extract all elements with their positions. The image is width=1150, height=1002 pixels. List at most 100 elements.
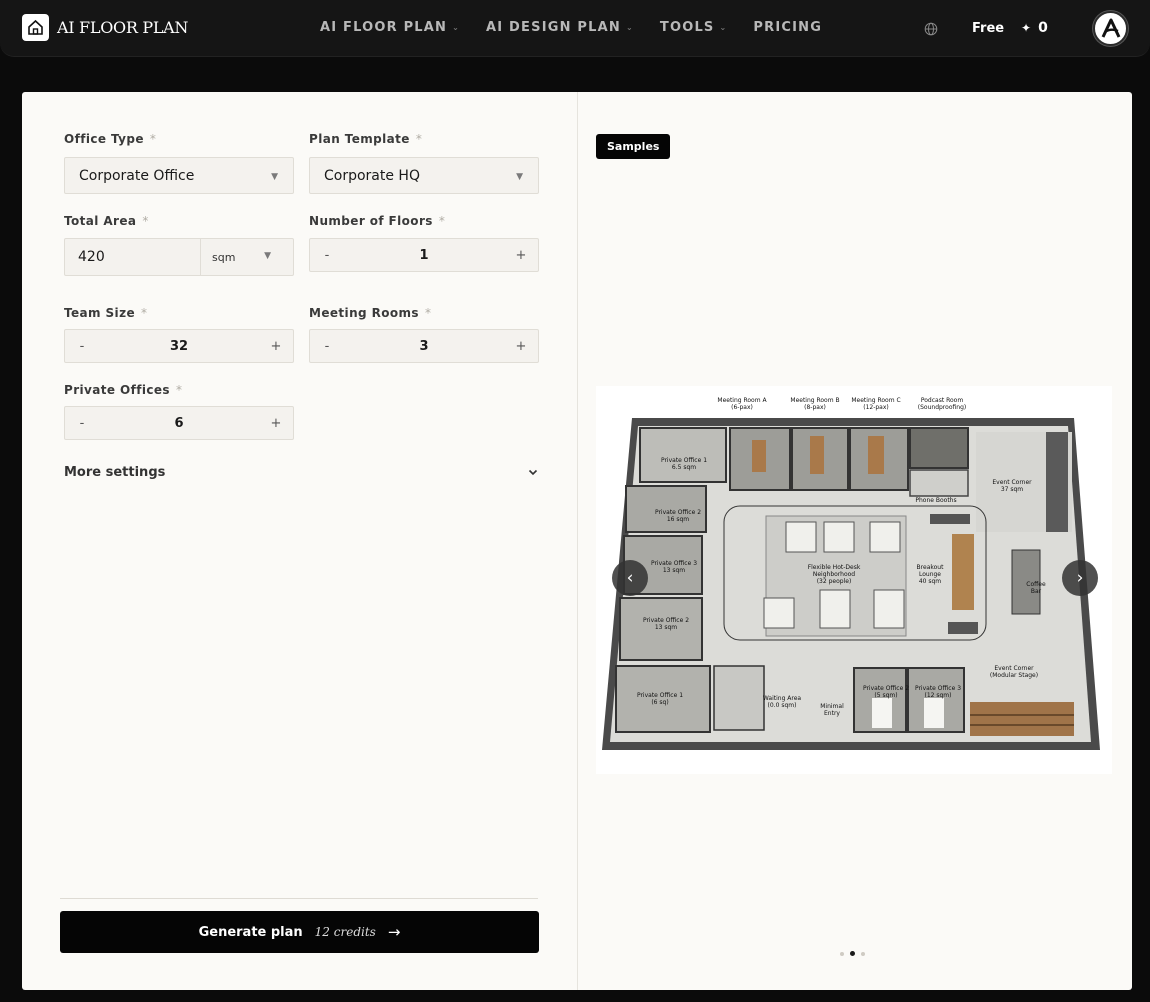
plan-label: Breakout [917, 564, 945, 571]
plan-label: (6 sq) [651, 699, 668, 706]
plan-label: 13 sqm [663, 567, 685, 574]
brand-logo[interactable]: AI FLOOR PLAN [22, 14, 188, 41]
floors-increment-button[interactable]: + [514, 248, 528, 263]
samples-badge: Samples [596, 134, 671, 159]
chevron-down-icon: ⌄ [452, 23, 461, 32]
sample-floor-plan-image: Meeting Room A (6-pax) Meeting Room B (8… [596, 386, 1112, 774]
meeting-rooms-label: Meeting Rooms * [309, 306, 432, 320]
caret-down-icon: ▼ [516, 172, 523, 182]
floors-decrement-button[interactable]: - [320, 248, 334, 263]
carousel-dot-active[interactable] [850, 951, 855, 956]
team-size-increment-button[interactable]: + [269, 339, 283, 354]
private-offices-value[interactable]: 6 [174, 416, 183, 431]
generate-plan-button[interactable]: Generate plan 12 credits → [60, 911, 539, 953]
nav-tools[interactable]: TOOLS ⌄ [660, 20, 728, 35]
avatar[interactable] [1093, 11, 1128, 46]
caret-down-icon: ▼ [271, 172, 278, 182]
plan-label: Private Office 3 [651, 560, 697, 567]
office-type-value: Corporate Office [79, 167, 195, 184]
meeting-rooms-increment-button[interactable]: + [514, 339, 528, 354]
arrow-right-icon: → [387, 923, 401, 941]
carousel-prev-button[interactable]: ‹ [612, 560, 648, 596]
office-type-select[interactable]: Corporate Office ▼ [64, 157, 294, 194]
floors-label: Number of Floors * [309, 214, 446, 228]
caret-down-icon: ▼ [264, 251, 271, 261]
plan-template-value: Corporate HQ [324, 167, 420, 184]
plan-label: (0.0 sqm) [768, 702, 797, 709]
plan-label: Private Office 1 [637, 692, 683, 699]
settings-panel: Office Type * Corporate Office ▼ Plan Tem… [22, 92, 578, 990]
plan-label: (Soundproofing) [918, 404, 966, 411]
plan-label: Waiting Area [763, 695, 802, 702]
more-settings-toggle[interactable]: More settings [64, 465, 538, 480]
plan-label: Lounge [919, 571, 941, 578]
total-area-input[interactable]: 420 [65, 239, 201, 275]
credit-balance[interactable]: ✦ 0 [1021, 20, 1048, 36]
total-area-field: 420 sqm ▼ [64, 238, 294, 276]
plan-label: 6.5 sqm [672, 464, 696, 471]
nav-label: AI DESIGN PLAN [486, 20, 621, 35]
nav-label: TOOLS [659, 20, 715, 35]
team-size-label: Team Size * [64, 306, 148, 320]
user-logo-icon [1101, 18, 1120, 38]
divider [60, 898, 538, 899]
main-menu: AI FLOOR PLAN ⌄ AI DESIGN PLAN ⌄ TOOLS ⌄ PR… [320, 20, 822, 35]
team-size-stepper: - 32 + [64, 329, 294, 363]
private-offices-label: Private Offices * [64, 383, 183, 397]
plan-label: Entry [824, 710, 840, 717]
carousel-dots [840, 951, 865, 956]
nav-label: PRICING [753, 20, 823, 35]
globe-icon[interactable] [924, 22, 938, 36]
meeting-rooms-stepper: - 3 + [309, 329, 539, 363]
plan-label: Phone Booths [915, 497, 956, 504]
generate-label: Generate plan [198, 924, 303, 940]
plan-label: Meeting Room A [717, 397, 767, 404]
nav-pricing[interactable]: PRICING [753, 20, 822, 35]
plan-label: (5 sqm) [874, 692, 897, 699]
plan-label: Private Office 1 [661, 457, 707, 464]
area-unit-value: sqm [212, 250, 236, 264]
meeting-rooms-value[interactable]: 3 [419, 339, 428, 354]
chevron-right-icon: › [1076, 568, 1084, 588]
plan-label: Private Office 2 [863, 685, 909, 692]
plan-label: Bar [1031, 588, 1042, 595]
meeting-rooms-decrement-button[interactable]: - [320, 339, 334, 354]
area-unit-select[interactable]: sqm ▼ [201, 239, 293, 275]
house-icon [22, 14, 49, 41]
carousel-dot[interactable] [840, 951, 844, 956]
more-settings-label: More settings [64, 465, 166, 480]
nav-ai-floor-plan[interactable]: AI FLOOR PLAN ⌄ [320, 20, 460, 35]
plan-label: Flexible Hot-Desk [808, 564, 861, 571]
carousel-dot[interactable] [861, 951, 865, 956]
generate-cost: 12 credits [314, 925, 376, 939]
plan-label: (Modular Stage) [990, 672, 1038, 679]
nav-ai-design-plan[interactable]: AI DESIGN PLAN ⌄ [486, 20, 634, 35]
plan-label: 40 sqm [919, 578, 941, 585]
preview-panel: Samples Meeting Room A (6-pax) Meeting R… [578, 92, 1132, 990]
plan-label: Coffee [1026, 581, 1046, 588]
office-type-label: Office Type * [64, 132, 157, 146]
team-size-value[interactable]: 32 [170, 339, 188, 354]
floors-value[interactable]: 1 [419, 248, 428, 263]
private-offices-increment-button[interactable]: + [269, 416, 283, 431]
private-offices-decrement-button[interactable]: - [75, 416, 89, 431]
chevron-down-icon [528, 469, 538, 476]
plan-label: (32 people) [817, 578, 852, 585]
plan-label: Podcast Room [921, 397, 963, 404]
carousel-next-button[interactable]: › [1062, 560, 1098, 596]
plan-label: (8-pax) [804, 404, 826, 411]
plan-status[interactable]: Free [972, 21, 1004, 36]
plan-template-select[interactable]: Corporate HQ ▼ [309, 157, 539, 194]
plan-label: 13 sqm [655, 624, 677, 631]
plan-label: (12 sqm) [924, 692, 951, 699]
plan-label: Neighborhood [813, 571, 855, 578]
sparkle-icon: ✦ [1021, 21, 1032, 35]
team-size-decrement-button[interactable]: - [75, 339, 89, 354]
chevron-left-icon: ‹ [626, 568, 634, 588]
generator-card: Office Type * Corporate Office ▼ Plan Tem… [22, 92, 1132, 990]
plan-label: Private Office 2 [643, 617, 689, 624]
plan-template-label: Plan Template * [309, 132, 423, 146]
plan-label: Private Office 3 [915, 685, 961, 692]
credit-count: 0 [1038, 20, 1048, 36]
plan-label: Event Corner [994, 665, 1034, 672]
